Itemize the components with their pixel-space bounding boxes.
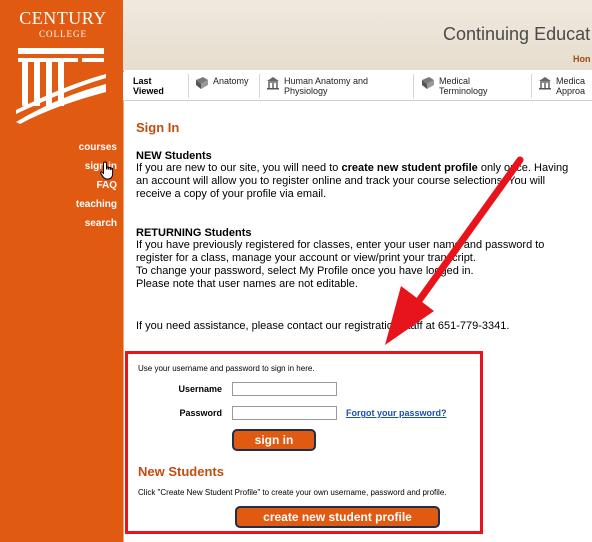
new-students-section: NEW Students If you are new to our site,… — [136, 150, 576, 201]
new-students-box-text: Click "Create New Student Profile" to cr… — [138, 488, 447, 497]
site-title: Continuing Educat — [443, 24, 591, 44]
site-header: Continuing Educat Hon — [123, 0, 592, 70]
school-building-icon — [267, 77, 279, 90]
page-root: CENTURY COLLEGE courses sign in FAQ teac… — [0, 0, 592, 542]
last-viewed-label: Last Viewed — [133, 76, 164, 96]
page-title: Sign In — [136, 120, 180, 135]
label-line-2: Terminology — [439, 86, 488, 96]
last-viewed-item-anatomy[interactable]: Anatomy — [195, 76, 249, 98]
divider — [413, 74, 414, 98]
change-password-text: To change your password, select My Profi… — [136, 265, 474, 277]
returning-students-section: RETURNING Students If you have previousl… — [136, 227, 576, 291]
divider — [531, 74, 532, 98]
college-building-logo-icon — [16, 48, 106, 124]
sidebar: CENTURY COLLEGE courses sign in FAQ teac… — [0, 0, 124, 542]
divider — [188, 74, 189, 98]
returning-students-text: If you have previously registered for cl… — [136, 239, 545, 264]
last-viewed-item-medical-approach[interactable]: Medica Approa — [538, 76, 585, 98]
label-line-2: Physiology — [284, 86, 328, 96]
label-line-2: Approa — [556, 86, 586, 96]
returning-students-heading: RETURNING Students — [136, 227, 252, 239]
forgot-password-link[interactable]: Forgot your password? — [346, 408, 447, 418]
sidebar-nav: courses sign in FAQ teaching search — [76, 140, 117, 235]
last-viewed-bar: Last Viewed Anatomy Human Anatomy and Ph… — [123, 72, 592, 101]
divider — [259, 74, 260, 98]
last-viewed-item-label: Human Anatomy and Physiology — [284, 76, 368, 96]
school-building-icon — [539, 77, 551, 90]
password-label: Password — [179, 408, 222, 418]
assistance-text: If you need assistance, please contact o… — [136, 320, 510, 332]
assistance-section: If you need assistance, please contact o… — [136, 320, 576, 333]
username-input[interactable] — [232, 382, 337, 396]
new-students-heading: NEW Students — [136, 150, 212, 162]
logo-line-2: COLLEGE — [39, 29, 87, 39]
username-note: Please note that user names are not edit… — [136, 278, 358, 290]
new-students-text: If you are new to our site, you will nee… — [136, 162, 576, 201]
create-profile-button[interactable]: create new student profile — [235, 506, 440, 528]
hand-cursor-icon — [100, 161, 114, 180]
last-viewed-item-label: Anatomy — [213, 76, 249, 86]
book-icon — [196, 77, 208, 89]
last-viewed-item-label: Medical Terminology — [439, 76, 488, 96]
password-input[interactable] — [232, 406, 337, 420]
sidebar-item-search[interactable]: search — [76, 216, 117, 232]
logo-line-1: CENTURY — [19, 8, 107, 28]
text-part: If you are new to our site, you will nee… — [136, 162, 342, 174]
college-logo[interactable]: CENTURY COLLEGE — [0, 0, 123, 135]
last-viewed-item-human-anatomy[interactable]: Human Anatomy and Physiology — [266, 76, 368, 98]
signin-intro: Use your username and password to sign i… — [138, 364, 315, 373]
label-line-1: Medical — [439, 76, 471, 86]
main-content: Sign In — [136, 114, 586, 147]
label-line-1: Medica — [556, 76, 586, 86]
last-viewed-item-label: Medica Approa — [556, 76, 585, 96]
last-viewed-item-medical-terminology[interactable]: Medical Terminology — [421, 76, 488, 98]
sign-in-button[interactable]: sign in — [232, 429, 316, 451]
signin-box: Use your username and password to sign i… — [125, 351, 483, 534]
sidebar-item-courses[interactable]: courses — [76, 140, 117, 156]
last-viewed-label-line-1: Last — [133, 76, 152, 86]
home-link[interactable]: Hon — [573, 54, 591, 64]
sidebar-item-teaching[interactable]: teaching — [76, 197, 117, 213]
last-viewed-label-line-2: Viewed — [133, 86, 164, 96]
label-line-1: Human Anatomy and — [284, 76, 369, 86]
book-icon — [422, 77, 434, 89]
new-students-box-heading: New Students — [138, 464, 224, 479]
username-label: Username — [178, 384, 222, 394]
text-emphasis: create new student profile — [341, 162, 478, 174]
